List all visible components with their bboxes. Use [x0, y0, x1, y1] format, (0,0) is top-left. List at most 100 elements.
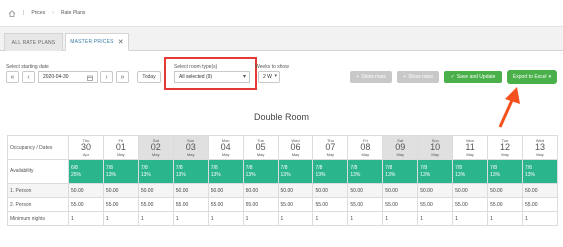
price-cell[interactable]: 50.00: [452, 183, 489, 198]
start-date-label: Select starting date: [6, 64, 49, 70]
show-rows-label: Show rows: [361, 74, 386, 80]
room-title: Double Room: [253, 112, 310, 122]
availability-cell[interactable]: 7/8 13%: [102, 159, 139, 184]
price-cell[interactable]: 55.00: [137, 197, 174, 212]
price-cell[interactable]: 50.00: [521, 183, 559, 198]
price-cell[interactable]: 50.00: [172, 183, 209, 198]
prev-button[interactable]: ‹: [22, 71, 35, 83]
price-cell[interactable]: 55.00: [347, 197, 384, 212]
start-date-input[interactable]: 2020-04-30: [38, 71, 98, 83]
price-cell[interactable]: 55.00: [242, 197, 279, 212]
price-cell[interactable]: 55.00: [452, 197, 489, 212]
show-rules-label: Show rules: [408, 74, 433, 80]
price-cell[interactable]: 1: [68, 211, 104, 226]
price-cell[interactable]: 55.00: [487, 197, 523, 212]
availability-cell[interactable]: 7/8 13%: [382, 159, 419, 184]
availability-cell[interactable]: 7/8 13%: [207, 159, 244, 184]
price-cell[interactable]: 1: [137, 211, 174, 226]
chevron-left-icon: ‹: [27, 73, 30, 81]
day-number: 11: [465, 142, 475, 152]
day-number: 07: [325, 142, 336, 152]
availability-cell[interactable]: 7/8 13%: [347, 159, 384, 184]
availability-cell[interactable]: 7/8 13%: [172, 159, 209, 184]
show-rules-button[interactable]: + Show rules: [397, 71, 439, 83]
row-label: Minimum nights: [7, 211, 69, 226]
month-label: May: [466, 152, 474, 157]
home-icon[interactable]: [8, 9, 16, 17]
availability-cell[interactable]: 7/8 13%: [312, 159, 349, 184]
price-cell[interactable]: 1: [207, 211, 244, 226]
price-cell[interactable]: 55.00: [521, 197, 559, 212]
price-cell[interactable]: 1: [452, 211, 489, 226]
month-label: May: [291, 152, 300, 157]
calendar-icon[interactable]: [87, 75, 93, 81]
price-cell[interactable]: 50.00: [242, 183, 279, 198]
price-cell[interactable]: 55.00: [207, 197, 244, 212]
price-cell[interactable]: 55.00: [382, 197, 419, 212]
availability-cell[interactable]: 6/8 25%: [68, 159, 104, 184]
price-cell[interactable]: 50.00: [137, 183, 174, 198]
breadcrumb-rate-plans[interactable]: Rate Plans: [61, 10, 85, 16]
price-cell[interactable]: 50.00: [102, 183, 139, 198]
row-label: 1. Person: [7, 183, 69, 198]
price-cell[interactable]: 50.00: [68, 183, 104, 198]
date-header: Sun 10 May: [417, 135, 454, 160]
price-cell[interactable]: 1: [417, 211, 454, 226]
close-icon[interactable]: ✕: [118, 38, 124, 46]
price-cell[interactable]: 1: [312, 211, 349, 226]
occupancy-percent: 13%: [280, 171, 291, 178]
weeks-label: Weeks to show: [255, 64, 289, 70]
price-cell[interactable]: 55.00: [417, 197, 454, 212]
price-cell[interactable]: 1: [277, 211, 314, 226]
availability-cell[interactable]: 7/8 13%: [242, 159, 279, 184]
price-cell[interactable]: 55.00: [102, 197, 139, 212]
price-cell[interactable]: 50.00: [207, 183, 244, 198]
breadcrumb-prices[interactable]: Prices: [31, 10, 45, 16]
availability-cell[interactable]: 7/8 13%: [137, 159, 174, 184]
month-label: Apr: [82, 152, 90, 157]
today-button[interactable]: Today: [137, 71, 161, 83]
save-and-update-button[interactable]: ✓ Save and Update: [444, 71, 502, 83]
price-cell[interactable]: 50.00: [277, 183, 314, 198]
occupancy-percent: 13%: [210, 171, 221, 178]
price-cell[interactable]: 55.00: [277, 197, 314, 212]
price-cell[interactable]: 1: [347, 211, 384, 226]
day-number: 08: [360, 142, 371, 152]
price-cell[interactable]: 50.00: [347, 183, 384, 198]
availability-cell[interactable]: 7/8 13%: [417, 159, 454, 184]
availability-count: 7/8: [350, 164, 358, 171]
availability-cell[interactable]: 7/8 13%: [452, 159, 489, 184]
price-cell[interactable]: 1: [487, 211, 523, 226]
price-cell[interactable]: 55.00: [68, 197, 104, 212]
price-cell[interactable]: 50.00: [382, 183, 419, 198]
last-page-button[interactable]: »: [116, 71, 129, 83]
show-rows-button[interactable]: + Show rows: [350, 71, 392, 83]
room-types-select[interactable]: All selected (9) ▾: [174, 71, 250, 83]
occupancy-percent: 13%: [175, 171, 186, 178]
availability-count: 7/8: [315, 164, 323, 171]
tab-all-rate-plans[interactable]: ALL RATE PLANS: [4, 33, 63, 51]
price-cell[interactable]: 50.00: [487, 183, 523, 198]
price-cell[interactable]: 55.00: [172, 197, 209, 212]
price-cell[interactable]: 1: [102, 211, 139, 226]
price-cell[interactable]: 50.00: [417, 183, 454, 198]
occupancy-percent: 13%: [490, 171, 501, 178]
price-cell[interactable]: 50.00: [312, 183, 349, 198]
export-to-excel-button[interactable]: Export to Excel ▾: [507, 70, 557, 84]
tab-label: MASTER PRICES: [70, 39, 114, 45]
first-page-button[interactable]: «: [6, 71, 19, 83]
dropdown-caret-icon: ▾: [242, 74, 246, 80]
availability-cell[interactable]: 7/8 13%: [277, 159, 314, 184]
price-cell[interactable]: 55.00: [312, 197, 349, 212]
price-cell[interactable]: 1: [242, 211, 279, 226]
availability-count: 7/8: [175, 164, 183, 171]
price-cell[interactable]: 1: [382, 211, 419, 226]
availability-cell[interactable]: 7/8 13%: [487, 159, 523, 184]
next-button[interactable]: ›: [100, 71, 113, 83]
weeks-select[interactable]: 2 W ▾: [258, 71, 280, 83]
tab-master-prices[interactable]: MASTER PRICES ✕: [65, 33, 129, 51]
date-header: Wed 13 May: [521, 135, 559, 160]
price-cell[interactable]: 1: [172, 211, 209, 226]
availability-cell[interactable]: 7/8 13%: [521, 159, 559, 184]
price-cell[interactable]: 1: [521, 211, 559, 226]
